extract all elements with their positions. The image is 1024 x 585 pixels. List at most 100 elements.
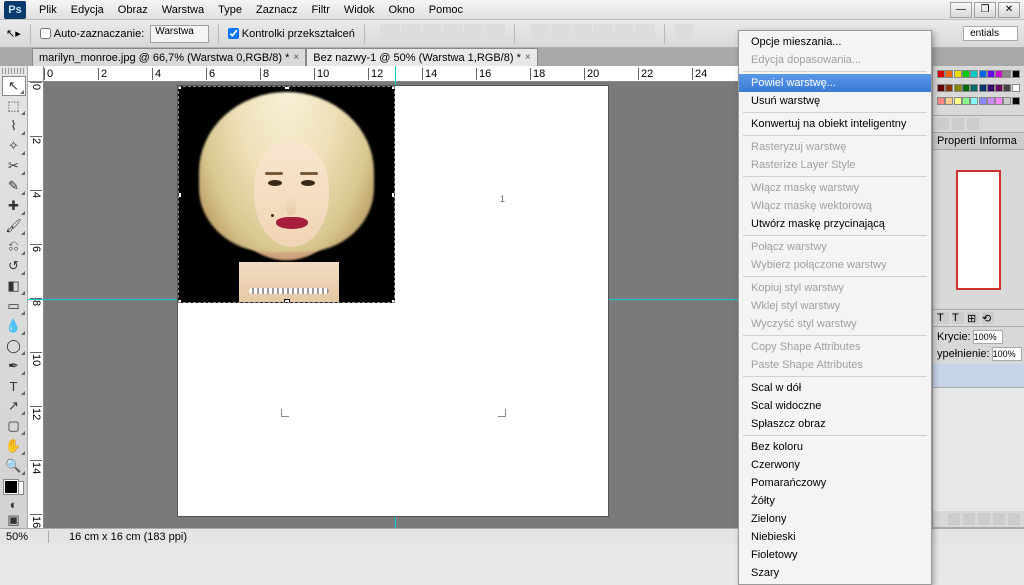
- swatch[interactable]: [995, 84, 1003, 92]
- layer-context-menu[interactable]: Opcje mieszania...Edycja dopasowania...P…: [738, 30, 932, 585]
- swatch[interactable]: [945, 84, 953, 92]
- align-left-icon[interactable]: [443, 24, 463, 44]
- hand-tool[interactable]: ✋: [2, 436, 26, 456]
- zoom-level[interactable]: 50%: [6, 531, 28, 543]
- swatch[interactable]: [979, 84, 987, 92]
- swatch[interactable]: [970, 70, 978, 78]
- context-menu-item[interactable]: Konwertuj na obiekt inteligentny: [739, 115, 931, 133]
- type-icon[interactable]: ⟲: [982, 312, 994, 324]
- swatch[interactable]: [987, 70, 995, 78]
- panel-icon[interactable]: [937, 118, 949, 130]
- menu-type[interactable]: Type: [211, 2, 249, 18]
- transform-handle-mr[interactable]: [391, 192, 395, 198]
- swatch[interactable]: [962, 70, 970, 78]
- minimize-button[interactable]: —: [950, 2, 972, 18]
- foreground-color-swatch[interactable]: [4, 480, 18, 494]
- tab-close-icon[interactable]: ×: [525, 52, 531, 63]
- swatch[interactable]: [987, 97, 995, 105]
- path-selection-tool[interactable]: ↗: [2, 396, 26, 416]
- rectangle-tool[interactable]: ▢: [2, 416, 26, 436]
- history-brush-tool[interactable]: ↺: [2, 256, 26, 276]
- menu-pomoc[interactable]: Pomoc: [422, 2, 470, 18]
- panel-tabs[interactable]: Properti Informa: [933, 133, 1024, 150]
- layer-row[interactable]: [933, 364, 1024, 388]
- menu-obraz[interactable]: Obraz: [111, 2, 155, 18]
- context-menu-item[interactable]: Scal w dół: [739, 379, 931, 397]
- swatch[interactable]: [995, 70, 1003, 78]
- blur-tool[interactable]: 💧: [2, 316, 26, 336]
- swatch[interactable]: [937, 70, 945, 78]
- context-menu-item[interactable]: Bez koloru: [739, 438, 931, 456]
- document-tab[interactable]: Bez nazwy-1 @ 50% (Warstwa 1,RGB/8) *×: [306, 48, 537, 66]
- fill-input[interactable]: [992, 347, 1022, 361]
- align-hcenter-icon[interactable]: [464, 24, 484, 44]
- swatch[interactable]: [1012, 97, 1020, 105]
- context-menu-item[interactable]: Czerwony: [739, 456, 931, 474]
- swatch[interactable]: [1012, 70, 1020, 78]
- auto-select-checkbox[interactable]: [40, 28, 51, 39]
- delete-layer-icon[interactable]: [1008, 513, 1020, 525]
- context-menu-item[interactable]: Utwórz maskę przycinającą: [739, 215, 931, 233]
- close-button[interactable]: ✕: [998, 2, 1020, 18]
- swatch[interactable]: [1003, 97, 1011, 105]
- brush-tool[interactable]: 🖌: [2, 216, 26, 236]
- swatch[interactable]: [954, 97, 962, 105]
- tab-close-icon[interactable]: ×: [293, 52, 299, 63]
- quickmask-toggle[interactable]: ◐: [2, 497, 26, 512]
- placed-layer-image[interactable]: [178, 86, 395, 303]
- swatch[interactable]: [945, 97, 953, 105]
- pen-tool[interactable]: ✒: [2, 356, 26, 376]
- crop-tool[interactable]: ✂: [2, 156, 26, 176]
- swatch[interactable]: [962, 97, 970, 105]
- move-tool[interactable]: ↖: [2, 76, 26, 96]
- layer-mask-icon[interactable]: [978, 513, 990, 525]
- transform-handle-ml[interactable]: [178, 192, 182, 198]
- distribute-top-icon[interactable]: [530, 24, 550, 44]
- new-layer-icon[interactable]: [993, 513, 1005, 525]
- show-transform-checkbox[interactable]: [228, 28, 239, 39]
- context-menu-item[interactable]: Opcje mieszania...: [739, 33, 931, 51]
- swatch[interactable]: [954, 84, 962, 92]
- context-menu-item[interactable]: Szary: [739, 564, 931, 582]
- link-layers-icon[interactable]: [948, 513, 960, 525]
- swatch[interactable]: [1003, 84, 1011, 92]
- ruler-origin[interactable]: [28, 66, 44, 82]
- eraser-tool[interactable]: ◧: [2, 276, 26, 296]
- layer-fx-icon[interactable]: [963, 513, 975, 525]
- distribute-left-icon[interactable]: [593, 24, 613, 44]
- type-icon[interactable]: ⊞: [967, 312, 979, 324]
- transform-handle-bl[interactable]: [178, 299, 182, 303]
- swatch[interactable]: [979, 97, 987, 105]
- swatch[interactable]: [945, 70, 953, 78]
- tab-properties[interactable]: Properti: [937, 135, 976, 147]
- context-menu-item[interactable]: Niebieski: [739, 528, 931, 546]
- swatch[interactable]: [937, 97, 945, 105]
- eyedropper-tool[interactable]: ✎: [2, 176, 26, 196]
- swatch[interactable]: [954, 70, 962, 78]
- swatch[interactable]: [970, 97, 978, 105]
- transform-handle-tm[interactable]: [284, 86, 290, 90]
- navigator-thumbnail[interactable]: [956, 170, 1001, 290]
- swatch[interactable]: [1012, 84, 1020, 92]
- marquee-tool[interactable]: ⬚: [2, 96, 26, 116]
- transform-handle-tl[interactable]: [178, 86, 182, 90]
- panel-icon[interactable]: [952, 118, 964, 130]
- align-bottom-icon[interactable]: [422, 24, 442, 44]
- menu-edycja[interactable]: Edycja: [64, 2, 111, 18]
- tab-info[interactable]: Informa: [980, 135, 1017, 147]
- swatch[interactable]: [937, 84, 945, 92]
- navigator-panel[interactable]: [933, 150, 1024, 310]
- opacity-input[interactable]: [973, 330, 1003, 344]
- distribute-right-icon[interactable]: [635, 24, 655, 44]
- dodge-tool[interactable]: ◯: [2, 336, 26, 356]
- menu-warstwa[interactable]: Warstwa: [155, 2, 211, 18]
- lasso-tool[interactable]: ⌇: [2, 116, 26, 136]
- swatches-panel[interactable]: [933, 66, 1024, 116]
- clone-stamp-tool[interactable]: ⎌: [2, 236, 26, 256]
- canvas-artboard[interactable]: 1: [178, 86, 608, 516]
- panel-icon[interactable]: [967, 118, 979, 130]
- menu-filtr[interactable]: Filtr: [305, 2, 337, 18]
- align-vcenter-icon[interactable]: [401, 24, 421, 44]
- context-menu-item[interactable]: Powiel warstwę...: [739, 74, 931, 92]
- distribute-vcenter-icon[interactable]: [551, 24, 571, 44]
